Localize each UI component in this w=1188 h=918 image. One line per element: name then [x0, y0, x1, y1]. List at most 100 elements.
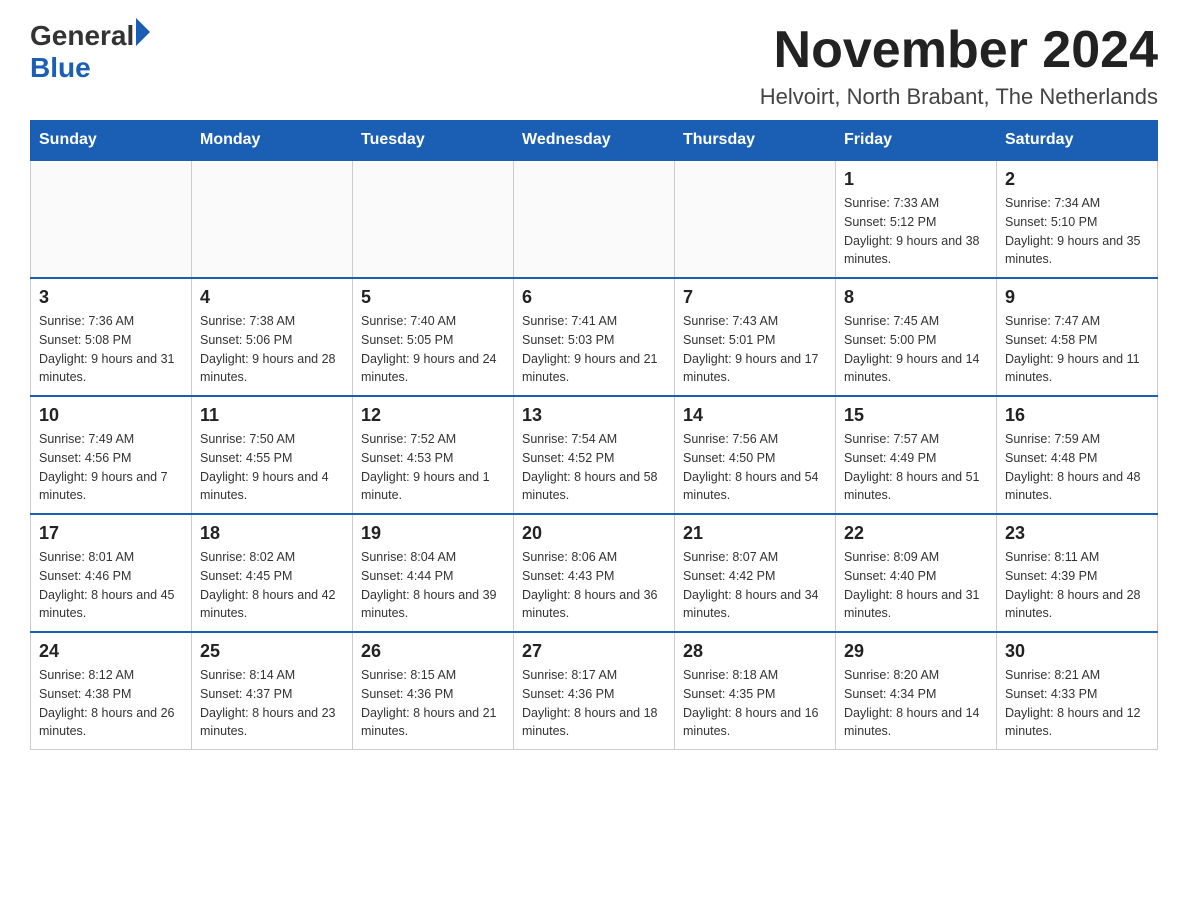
day-info: Sunrise: 8:06 AMSunset: 4:43 PMDaylight:… [522, 550, 658, 620]
day-number: 1 [844, 169, 988, 190]
weekday-header-sunday: Sunday [31, 121, 192, 161]
day-info: Sunrise: 8:02 AMSunset: 4:45 PMDaylight:… [200, 550, 336, 620]
day-number: 14 [683, 405, 827, 426]
calendar-cell: 21Sunrise: 8:07 AMSunset: 4:42 PMDayligh… [675, 514, 836, 632]
calendar-cell: 1 Sunrise: 7:33 AMSunset: 5:12 PMDaylight… [836, 160, 997, 278]
calendar-cell: 5Sunrise: 7:40 AMSunset: 5:05 PMDaylight… [353, 278, 514, 396]
weekday-header-monday: Monday [192, 121, 353, 161]
calendar-table: SundayMondayTuesdayWednesdayThursdayFrid… [30, 120, 1158, 750]
calendar-cell [514, 160, 675, 278]
day-number: 12 [361, 405, 505, 426]
day-info: Sunrise: 7:45 AMSunset: 5:00 PMDaylight:… [844, 314, 980, 384]
location-title: Helvoirt, North Brabant, The Netherlands [760, 84, 1158, 110]
day-info: Sunrise: 8:01 AMSunset: 4:46 PMDaylight:… [39, 550, 175, 620]
day-number: 6 [522, 287, 666, 308]
calendar-cell: 20 Sunrise: 8:06 AMSunset: 4:43 PMDayligh… [514, 514, 675, 632]
day-info: Sunrise: 7:57 AMSunset: 4:49 PMDaylight:… [844, 432, 980, 502]
day-info: Sunrise: 8:11 AMSunset: 4:39 PMDaylight:… [1005, 550, 1141, 620]
day-info: Sunrise: 7:50 AMSunset: 4:55 PMDaylight:… [200, 432, 329, 502]
calendar-cell: 24 Sunrise: 8:12 AMSunset: 4:38 PMDayligh… [31, 632, 192, 750]
calendar-cell: 8 Sunrise: 7:45 AMSunset: 5:00 PMDaylight… [836, 278, 997, 396]
day-info: Sunrise: 7:34 AMSunset: 5:10 PMDaylight:… [1005, 196, 1141, 266]
calendar-week-1: 1 Sunrise: 7:33 AMSunset: 5:12 PMDaylight… [31, 160, 1158, 278]
calendar-cell: 7 Sunrise: 7:43 AMSunset: 5:01 PMDaylight… [675, 278, 836, 396]
day-number: 23 [1005, 523, 1149, 544]
calendar-cell: 12Sunrise: 7:52 AMSunset: 4:53 PMDayligh… [353, 396, 514, 514]
day-number: 25 [200, 641, 344, 662]
calendar-week-4: 17 Sunrise: 8:01 AMSunset: 4:46 PMDayligh… [31, 514, 1158, 632]
day-info: Sunrise: 7:36 AMSunset: 5:08 PMDaylight:… [39, 314, 175, 384]
day-info: Sunrise: 7:49 AMSunset: 4:56 PMDaylight:… [39, 432, 168, 502]
day-info: Sunrise: 7:33 AMSunset: 5:12 PMDaylight:… [844, 196, 980, 266]
logo-general-text: General [30, 20, 134, 52]
calendar-cell: 16 Sunrise: 7:59 AMSunset: 4:48 PMDayligh… [997, 396, 1158, 514]
calendar-cell [353, 160, 514, 278]
day-number: 27 [522, 641, 666, 662]
day-info: Sunrise: 7:56 AMSunset: 4:50 PMDaylight:… [683, 432, 819, 502]
day-number: 11 [200, 405, 344, 426]
day-number: 18 [200, 523, 344, 544]
calendar-cell: 3 Sunrise: 7:36 AMSunset: 5:08 PMDaylight… [31, 278, 192, 396]
calendar-cell: 10Sunrise: 7:49 AMSunset: 4:56 PMDayligh… [31, 396, 192, 514]
day-info: Sunrise: 8:21 AMSunset: 4:33 PMDaylight:… [1005, 668, 1141, 738]
day-number: 4 [200, 287, 344, 308]
weekday-header-wednesday: Wednesday [514, 121, 675, 161]
calendar-cell: 22 Sunrise: 8:09 AMSunset: 4:40 PMDayligh… [836, 514, 997, 632]
day-info: Sunrise: 7:43 AMSunset: 5:01 PMDaylight:… [683, 314, 819, 384]
day-info: Sunrise: 8:14 AMSunset: 4:37 PMDaylight:… [200, 668, 336, 738]
day-number: 20 [522, 523, 666, 544]
logo: General Blue [30, 20, 150, 84]
calendar-cell: 14 Sunrise: 7:56 AMSunset: 4:50 PMDayligh… [675, 396, 836, 514]
calendar-cell: 11 Sunrise: 7:50 AMSunset: 4:55 PMDayligh… [192, 396, 353, 514]
calendar-cell: 26 Sunrise: 8:15 AMSunset: 4:36 PMDayligh… [353, 632, 514, 750]
calendar-cell: 9 Sunrise: 7:47 AMSunset: 4:58 PMDaylight… [997, 278, 1158, 396]
day-number: 15 [844, 405, 988, 426]
calendar-cell: 17 Sunrise: 8:01 AMSunset: 4:46 PMDayligh… [31, 514, 192, 632]
calendar-cell: 29 Sunrise: 8:20 AMSunset: 4:34 PMDayligh… [836, 632, 997, 750]
weekday-header-friday: Friday [836, 121, 997, 161]
day-number: 16 [1005, 405, 1149, 426]
day-number: 2 [1005, 169, 1149, 190]
day-info: Sunrise: 7:38 AMSunset: 5:06 PMDaylight:… [200, 314, 336, 384]
calendar-week-5: 24 Sunrise: 8:12 AMSunset: 4:38 PMDayligh… [31, 632, 1158, 750]
calendar-cell: 19Sunrise: 8:04 AMSunset: 4:44 PMDayligh… [353, 514, 514, 632]
day-number: 19 [361, 523, 505, 544]
day-number: 26 [361, 641, 505, 662]
title-area: November 2024 Helvoirt, North Brabant, T… [760, 20, 1158, 110]
calendar-cell: 2 Sunrise: 7:34 AMSunset: 5:10 PMDaylight… [997, 160, 1158, 278]
day-info: Sunrise: 8:12 AMSunset: 4:38 PMDaylight:… [39, 668, 175, 738]
day-number: 29 [844, 641, 988, 662]
calendar-cell: 23 Sunrise: 8:11 AMSunset: 4:39 PMDayligh… [997, 514, 1158, 632]
day-info: Sunrise: 8:09 AMSunset: 4:40 PMDaylight:… [844, 550, 980, 620]
day-info: Sunrise: 8:18 AMSunset: 4:35 PMDaylight:… [683, 668, 819, 738]
day-info: Sunrise: 8:15 AMSunset: 4:36 PMDaylight:… [361, 668, 497, 738]
month-title: November 2024 [760, 20, 1158, 80]
logo-triangle-icon [136, 18, 150, 46]
day-number: 7 [683, 287, 827, 308]
day-info: Sunrise: 7:59 AMSunset: 4:48 PMDaylight:… [1005, 432, 1141, 502]
day-info: Sunrise: 8:20 AMSunset: 4:34 PMDaylight:… [844, 668, 980, 738]
calendar-week-3: 10Sunrise: 7:49 AMSunset: 4:56 PMDayligh… [31, 396, 1158, 514]
calendar-cell [31, 160, 192, 278]
logo-blue-text: Blue [30, 52, 91, 84]
day-info: Sunrise: 7:54 AMSunset: 4:52 PMDaylight:… [522, 432, 658, 502]
calendar-cell: 25 Sunrise: 8:14 AMSunset: 4:37 PMDayligh… [192, 632, 353, 750]
day-number: 8 [844, 287, 988, 308]
day-number: 3 [39, 287, 183, 308]
weekday-header-saturday: Saturday [997, 121, 1158, 161]
day-info: Sunrise: 7:47 AMSunset: 4:58 PMDaylight:… [1005, 314, 1140, 384]
calendar-cell: 27 Sunrise: 8:17 AMSunset: 4:36 PMDayligh… [514, 632, 675, 750]
day-info: Sunrise: 7:41 AMSunset: 5:03 PMDaylight:… [522, 314, 658, 384]
calendar-cell: 18 Sunrise: 8:02 AMSunset: 4:45 PMDayligh… [192, 514, 353, 632]
weekday-header-tuesday: Tuesday [353, 121, 514, 161]
calendar-cell: 28Sunrise: 8:18 AMSunset: 4:35 PMDayligh… [675, 632, 836, 750]
calendar-cell: 15 Sunrise: 7:57 AMSunset: 4:49 PMDayligh… [836, 396, 997, 514]
day-number: 9 [1005, 287, 1149, 308]
day-number: 17 [39, 523, 183, 544]
day-number: 22 [844, 523, 988, 544]
calendar-cell: 6 Sunrise: 7:41 AMSunset: 5:03 PMDaylight… [514, 278, 675, 396]
day-info: Sunrise: 8:17 AMSunset: 4:36 PMDaylight:… [522, 668, 658, 738]
day-number: 24 [39, 641, 183, 662]
calendar-cell: 30Sunrise: 8:21 AMSunset: 4:33 PMDayligh… [997, 632, 1158, 750]
day-number: 5 [361, 287, 505, 308]
